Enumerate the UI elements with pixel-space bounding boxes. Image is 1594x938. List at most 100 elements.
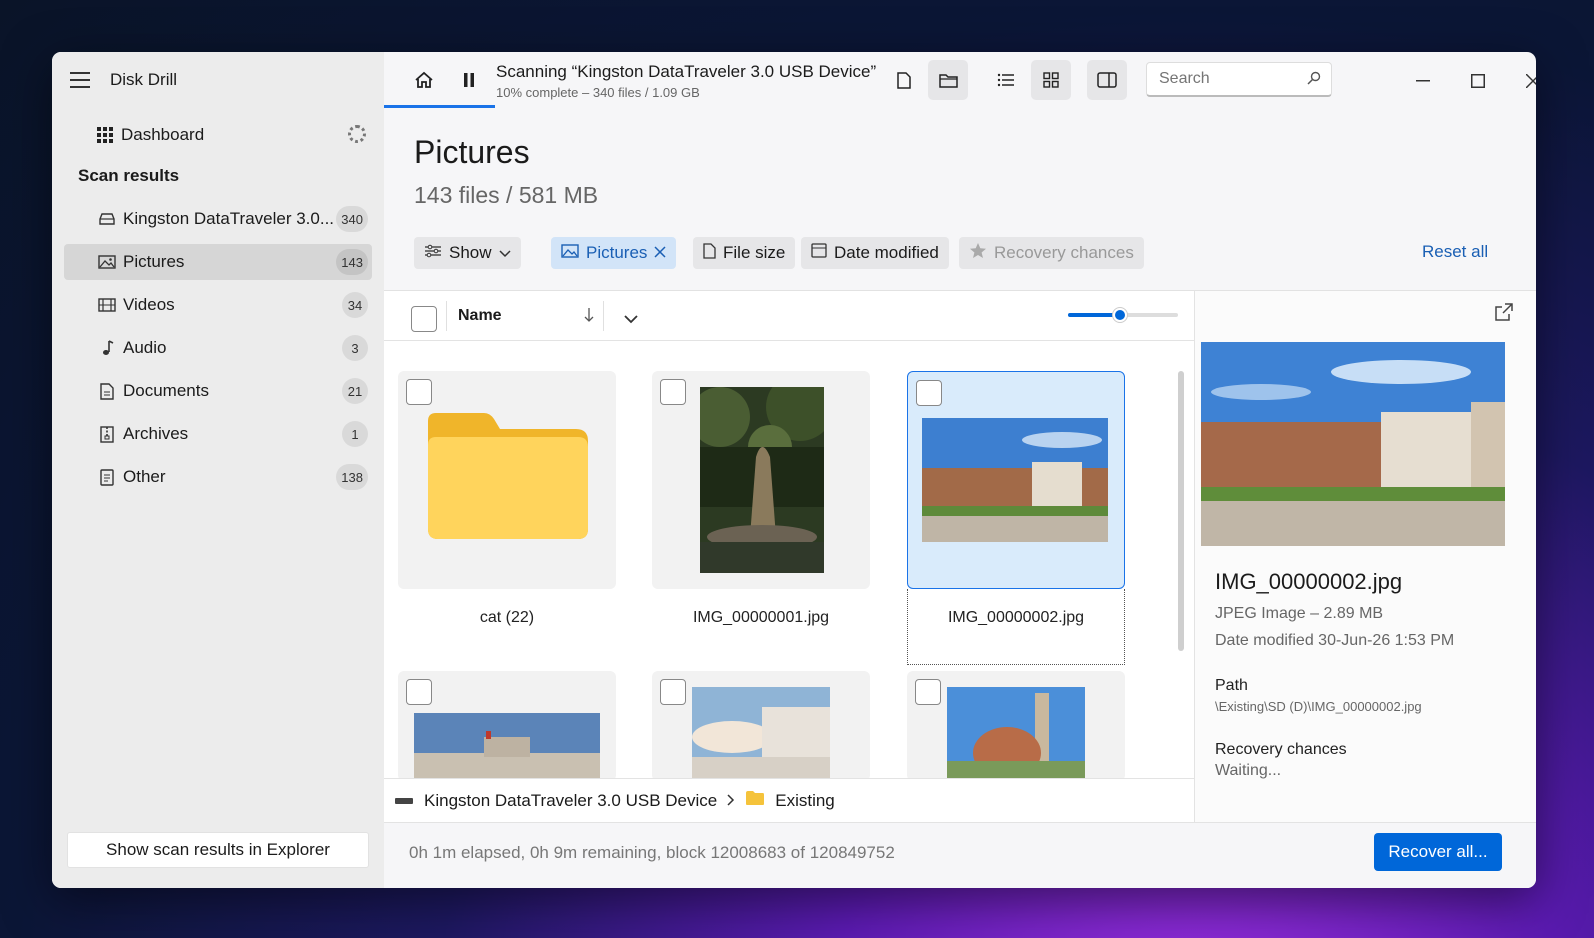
list-view-icon[interactable]: [986, 60, 1026, 100]
preview-image: [1201, 342, 1505, 546]
preview-pane: IMG_00000002.jpg JPEG Image – 2.89 MB Da…: [1194, 290, 1536, 822]
file-size-label: File size: [723, 243, 786, 262]
scan-progress-text: 10% complete – 340 files / 1.09 GB: [496, 85, 700, 100]
item-checkbox[interactable]: [660, 679, 686, 705]
sidebar-item-dashboard[interactable]: Dashboard: [97, 123, 204, 147]
file-view-icon[interactable]: [884, 60, 924, 100]
show-filter-button[interactable]: Show: [414, 237, 521, 269]
open-external-icon[interactable]: [1495, 303, 1513, 326]
count-badge: 21: [342, 378, 368, 404]
sidebar-item-label: Other: [123, 467, 166, 486]
preview-file-type: JPEG Image – 2.89 MB: [1215, 605, 1384, 622]
recovery-chances-filter[interactable]: Recovery chances: [959, 237, 1144, 269]
zoom-slider[interactable]: [1068, 307, 1178, 323]
preview-path-value: \Existing\SD (D)\IMG_00000002.jpg: [1215, 699, 1422, 714]
date-modified-label: Date modified: [834, 243, 939, 262]
count-badge: 3: [342, 335, 368, 361]
grid-item-image-selected[interactable]: [907, 371, 1125, 589]
item-checkbox[interactable]: [916, 380, 942, 406]
document-icon: [97, 382, 117, 400]
recover-all-button[interactable]: Recover all...: [1374, 833, 1502, 871]
vertical-scrollbar[interactable]: [1178, 371, 1184, 651]
sidebar-item-kingston-drive[interactable]: Kingston DataTraveler 3.0... 340: [64, 201, 372, 237]
search-box[interactable]: [1146, 62, 1332, 97]
item-name: IMG_00000001.jpg: [692, 609, 830, 626]
item-checkbox[interactable]: [915, 679, 941, 705]
sidebar-item-label: Archives: [123, 424, 189, 443]
pictures-filter-label: Pictures: [586, 243, 648, 262]
selection-focus-outline: [907, 589, 1125, 665]
hamburger-menu-icon[interactable]: [70, 72, 90, 88]
film-icon: [97, 296, 117, 314]
calendar-icon: [811, 243, 827, 263]
sidebar-item-documents[interactable]: Documents 21: [64, 373, 372, 409]
sidebar-item-other[interactable]: Other 138: [64, 459, 372, 495]
grid-item-image[interactable]: [652, 671, 870, 781]
show-label: Show: [449, 243, 492, 262]
preview-path-label: Path: [1215, 677, 1248, 694]
preview-recovery-value: Waiting...: [1215, 762, 1282, 779]
count-badge: 1: [342, 421, 368, 447]
folder-view-icon[interactable]: [928, 60, 968, 100]
list-header: Name: [384, 291, 1194, 341]
chevron-down-icon[interactable]: [624, 311, 638, 329]
grid-item-image[interactable]: [652, 371, 870, 589]
item-checkbox[interactable]: [406, 379, 432, 405]
breadcrumb-folder[interactable]: Existing: [775, 791, 835, 811]
show-in-explorer-button[interactable]: Show scan results in Explorer: [67, 832, 369, 868]
other-file-icon: [97, 468, 117, 486]
page-title: Pictures: [414, 134, 530, 170]
sidebar-item-label: Documents: [123, 381, 209, 400]
sidebar-item-label: Dashboard: [121, 125, 205, 144]
pause-icon[interactable]: [449, 60, 489, 100]
sidebar-item-archives[interactable]: Archives 1: [64, 416, 372, 452]
fountain-thumbnail: [700, 387, 824, 573]
reset-all-link[interactable]: Reset all: [1422, 242, 1488, 262]
pictures-filter-chip[interactable]: Pictures: [551, 237, 677, 269]
date-modified-filter[interactable]: Date modified: [801, 237, 949, 269]
recovery-chances-label: Recovery chances: [994, 243, 1134, 262]
sidebar-item-videos[interactable]: Videos 34: [64, 287, 372, 323]
app-name: Disk Drill: [110, 70, 178, 89]
sidebar-item-label: Videos: [123, 295, 175, 314]
folder-icon: [745, 790, 765, 811]
remove-filter-icon[interactable]: [654, 243, 666, 263]
sidebar: Disk Drill Dashboard Scan results Kingst…: [52, 52, 384, 888]
item-name: cat (22): [479, 609, 535, 626]
file-grid: Name cat (22) IMG_00000001.jpg IMG_00000…: [384, 290, 1194, 840]
sidebar-item-label: Pictures: [123, 252, 185, 271]
grid-view-icon[interactable]: [1031, 60, 1071, 100]
drive-icon: [97, 210, 117, 228]
picture-icon: [561, 243, 579, 263]
item-checkbox[interactable]: [406, 679, 432, 705]
archive-icon: [97, 425, 117, 443]
grid-item-folder[interactable]: [398, 371, 616, 589]
music-note-icon: [97, 339, 117, 357]
usb-drive-icon: [394, 791, 414, 811]
file-size-filter[interactable]: File size: [693, 237, 796, 269]
grid-item-image[interactable]: [398, 671, 616, 781]
select-all-checkbox[interactable]: [411, 306, 437, 332]
home-icon[interactable]: [404, 60, 444, 100]
chevron-down-icon: [499, 243, 511, 263]
sidebar-item-pictures[interactable]: Pictures 143: [64, 244, 372, 280]
grid-item-image[interactable]: [907, 671, 1125, 781]
search-input[interactable]: [1159, 70, 1299, 88]
item-checkbox[interactable]: [660, 379, 686, 405]
sidebar-item-audio[interactable]: Audio 3: [64, 330, 372, 366]
plaza-thumbnail: [922, 418, 1108, 542]
page-subtitle: 143 files / 581 MB: [414, 182, 599, 208]
minimize-icon[interactable]: [1408, 66, 1438, 96]
maximize-icon[interactable]: [1463, 66, 1493, 96]
scan-status-text: 0h 1m elapsed, 0h 9m remaining, block 12…: [409, 843, 895, 862]
search-icon[interactable]: [1307, 71, 1321, 90]
app-window: Disk Drill Dashboard Scan results Kingst…: [52, 52, 1536, 888]
name-column-header[interactable]: Name: [458, 307, 502, 325]
close-icon[interactable]: [1518, 66, 1536, 96]
breadcrumb-device[interactable]: Kingston DataTraveler 3.0 USB Device: [424, 791, 717, 811]
sort-arrow-down-icon[interactable]: [584, 307, 594, 328]
count-badge: 143: [336, 249, 368, 275]
church-thumbnail: [947, 687, 1085, 781]
preview-pane-icon[interactable]: [1087, 60, 1127, 100]
zoom-slider-handle[interactable]: [1112, 307, 1128, 323]
